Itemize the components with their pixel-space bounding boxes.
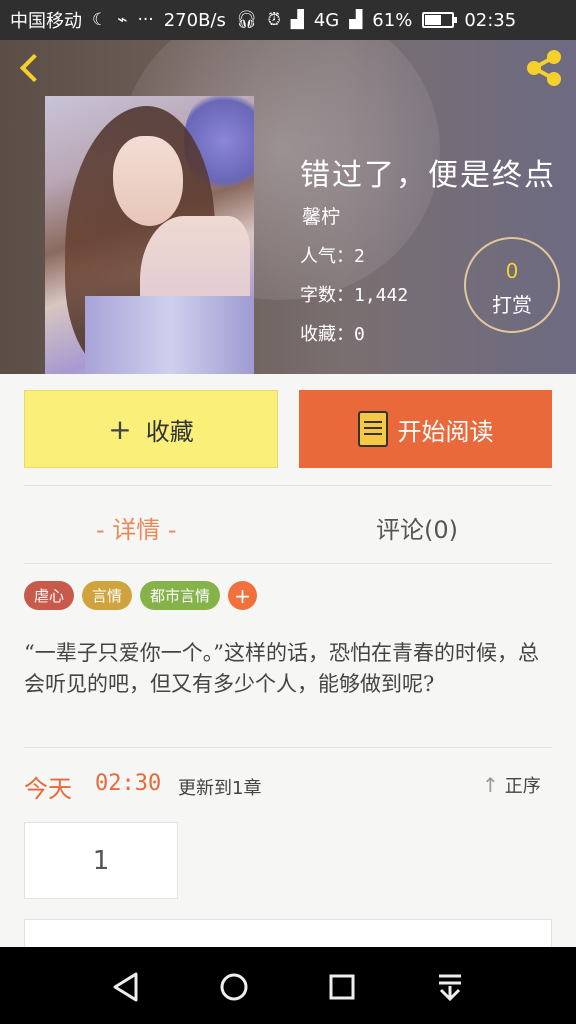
home-circle-icon <box>220 973 248 1001</box>
book-title: 错过了，便是终点 <box>300 158 556 193</box>
back-button[interactable] <box>14 52 50 88</box>
divider <box>24 485 552 486</box>
tip-count: 0 <box>505 259 519 283</box>
collect-button[interactable]: + 收藏 <box>24 390 278 468</box>
headphones-icon: 🎧︎ <box>235 10 258 30</box>
popularity-stat: 人气：2 <box>300 246 365 267</box>
back-arrow-icon <box>19 53 49 83</box>
sort-order-button[interactable]: ↑ 正序 <box>482 772 541 798</box>
battery-percent: 61% <box>372 9 413 31</box>
sort-order-label: 正序 <box>504 776 541 797</box>
add-tag-button[interactable]: + <box>228 581 258 610</box>
book-cover-image[interactable] <box>45 96 254 374</box>
author-name[interactable]: 馨柠 <box>302 202 340 229</box>
moon-icon: ☾ <box>92 10 108 30</box>
carrier-label: 中国移动 <box>10 11 82 32</box>
nav-recents-button[interactable] <box>322 967 362 1007</box>
favorites-stat: 收藏：0 <box>300 324 365 345</box>
book-description: “一辈子只爱你一个。”这样的话，恐怕在青春的时候，总会听见的吧，但又有多少个人，… <box>24 641 539 696</box>
tag-item[interactable]: 虐心 <box>24 581 75 610</box>
nav-home-button[interactable] <box>214 967 254 1007</box>
tag-item[interactable]: 言情 <box>82 581 133 610</box>
signal-icon-2: ▟ <box>349 10 363 30</box>
arrow-up-icon: ↑ <box>482 773 499 797</box>
broom-icon: ⌁ <box>117 10 128 30</box>
tag-list: 虐心 言情 都市言情 + <box>24 581 258 610</box>
network-type: 4G <box>313 9 340 31</box>
plus-icon: + <box>108 412 132 446</box>
recents-square-icon <box>329 974 355 1000</box>
battery-icon <box>422 12 458 28</box>
book-header: 错过了，便是终点 馨柠 人气：2 字数：1,442 收藏：0 0 打赏 <box>0 40 576 374</box>
status-bar: 中国移动 ☾ ⌁ ··· 270B/s 🎧︎ ⏰︎ ▟ 4G ▟ 61% 02:… <box>0 0 576 40</box>
tip-button[interactable]: 0 打赏 <box>464 237 560 333</box>
back-triangle-icon <box>113 972 138 1002</box>
clock: 02:35 <box>464 9 517 31</box>
share-button[interactable] <box>522 48 566 88</box>
nav-back-button[interactable] <box>106 967 146 1007</box>
tag-item[interactable]: 都市言情 <box>140 581 221 610</box>
update-status: 更新到1章 <box>178 778 262 799</box>
tab-details[interactable]: - 详情 - <box>96 510 177 545</box>
divider <box>24 563 552 564</box>
word-count-stat: 字数：1,442 <box>300 285 409 306</box>
divider <box>24 747 552 748</box>
update-time: 02:30 <box>95 771 162 796</box>
tab-comments[interactable]: 评论(0) <box>376 510 458 545</box>
more-icon: ··· <box>137 10 154 30</box>
book-icon <box>357 411 388 447</box>
collect-label: 收藏 <box>145 417 194 446</box>
pull-down-icon <box>439 974 461 1002</box>
network-speed: 270B/s <box>163 9 226 31</box>
chapter-item[interactable]: 1 <box>24 822 178 899</box>
system-nav-bar <box>0 947 576 1024</box>
start-reading-button[interactable]: 开始阅读 <box>299 390 552 468</box>
alarm-icon: ⏰︎ <box>267 10 281 30</box>
signal-icon: ▟ <box>290 10 304 30</box>
share-icon <box>527 50 561 86</box>
tip-label: 打赏 <box>492 293 532 317</box>
start-reading-label: 开始阅读 <box>397 417 494 446</box>
nav-notification-button[interactable] <box>430 967 470 1007</box>
update-day: 今天 <box>24 775 72 803</box>
